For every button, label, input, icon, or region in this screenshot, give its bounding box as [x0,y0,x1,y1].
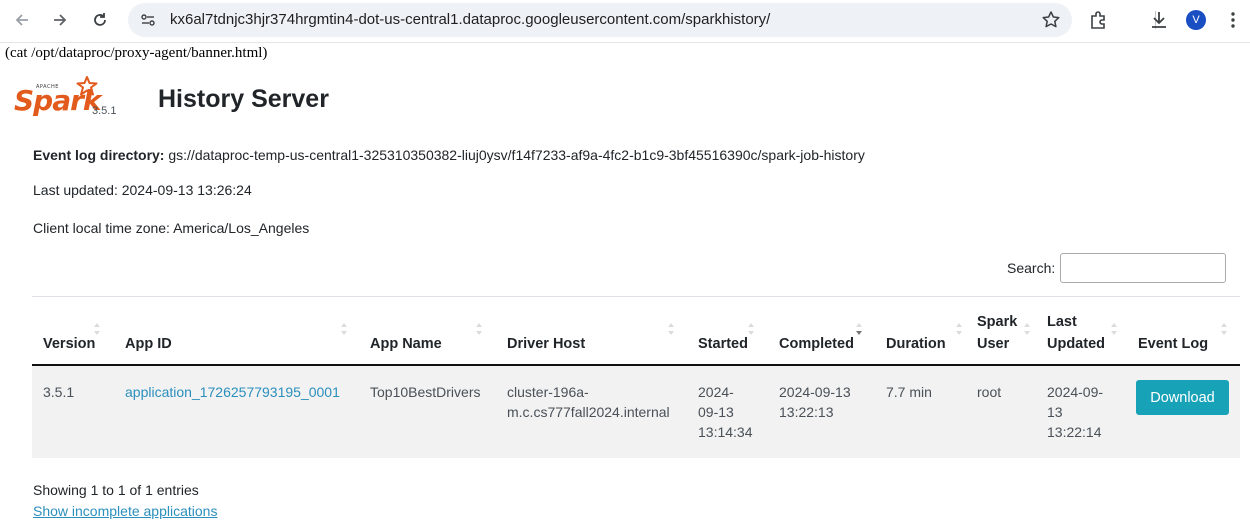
cell-duration: 7.7 min [886,384,932,400]
header-version[interactable]: Version [43,333,95,355]
cell-app-id: application_1726257793195_0001 [125,382,340,402]
cell-driver-host: cluster-196a- m.c.cs777fall2024.internal [507,382,670,422]
completed-line1: 2024-09-13 [779,384,851,400]
profile-avatar[interactable]: V [1186,10,1206,30]
spark-star-icon [76,76,98,96]
sort-both-icon[interactable] [955,322,963,336]
show-incomplete-link[interactable]: Show incomplete applications [33,503,217,519]
header-spark-user[interactable]: Spark User [977,311,1017,355]
back-arrow-icon[interactable] [10,8,34,32]
event-log-value: gs://dataproc-temp-us-central1-325310350… [164,147,865,163]
last-updated-line3: 13:22:14 [1047,424,1102,440]
sort-both-icon[interactable] [475,322,483,336]
header-last-updated-line1: Last [1047,314,1077,330]
more-menu-icon[interactable] [1222,9,1244,31]
sort-both-icon[interactable] [93,322,101,336]
sort-both-icon[interactable] [1023,322,1031,336]
driver-host-line1: cluster-196a- [507,384,589,400]
header-duration[interactable]: Duration [886,333,946,355]
browser-toolbar: kx6al7tdnjc3hjr374hrgmtin4-dot-us-centra… [0,0,1250,40]
event-log-label: Event log directory: [33,147,165,163]
url-text[interactable]: kx6al7tdnjc3hjr374hrgmtin4-dot-us-centra… [170,11,770,28]
download-icon[interactable] [1148,9,1170,31]
table-top-border [32,296,1240,297]
last-updated-line1: 2024-09- [1047,384,1104,400]
sort-both-icon[interactable] [1220,322,1228,336]
search-label: Search: [1007,260,1056,276]
driver-host-line2: m.c.cs777fall2024.internal [507,404,670,420]
forward-arrow-icon[interactable] [48,8,72,32]
header-spark-user-line2: User [977,336,1010,352]
banner-text: (cat /opt/dataproc/proxy-agent/banner.ht… [5,45,268,61]
sort-both-icon[interactable] [667,322,675,336]
address-bar[interactable]: kx6al7tdnjc3hjr374hrgmtin4-dot-us-centra… [128,3,1072,37]
site-info-icon[interactable] [140,12,156,28]
header-started[interactable]: Started [698,333,748,355]
completed-line2: 13:22:13 [779,404,834,420]
event-log-directory: Event log directory: gs://dataproc-temp-… [33,147,865,163]
sort-desc-icon[interactable] [855,322,863,336]
cell-last-updated: 2024-09- 13 13:22:14 [1047,382,1103,442]
header-spark-user-line1: Spark [977,314,1018,330]
header-driver-host[interactable]: Driver Host [507,333,585,355]
entries-info: Showing 1 to 1 of 1 entries [33,482,199,498]
header-last-updated[interactable]: Last Updated [1047,311,1105,355]
last-updated-line2: 13 [1047,404,1063,420]
last-updated-text: Last updated: 2024-09-13 13:26:24 [33,182,252,198]
header-event-log[interactable]: Event Log [1138,333,1208,355]
reload-icon[interactable] [88,8,112,32]
download-button[interactable]: Download [1136,380,1229,415]
started-line1: 2024- [698,384,734,400]
header-app-name[interactable]: App Name [370,333,442,355]
bookmark-star-icon[interactable] [1040,9,1062,31]
started-line3: 13:14:34 [698,424,753,440]
app-id-link[interactable]: application_1726257793195_0001 [125,384,340,400]
header-last-updated-line2: Updated [1047,336,1105,352]
spark-version: 3.5.1 [92,105,117,117]
spark-logo: APACHE Spark [14,76,104,122]
cell-started: 2024- 09-13 13:14:34 [698,382,753,442]
started-line2: 09-13 [698,404,734,420]
header-app-id[interactable]: App ID [125,333,172,355]
time-zone-text: Client local time zone: America/Los_Ange… [33,220,310,236]
header-completed[interactable]: Completed [779,333,854,355]
extensions-icon[interactable] [1087,9,1109,31]
cell-completed: 2024-09-13 13:22:13 [779,382,851,422]
cell-app-name: Top10BestDrivers [370,384,481,400]
cell-version: 3.5.1 [43,384,75,400]
sort-both-icon[interactable] [340,322,348,336]
page-title: History Server [158,85,329,113]
search-input[interactable] [1060,253,1226,283]
cell-spark-user: root [977,384,1002,400]
sort-both-icon[interactable] [747,322,755,336]
toolbar-separator [0,42,1250,43]
sort-both-icon[interactable] [1110,322,1118,336]
